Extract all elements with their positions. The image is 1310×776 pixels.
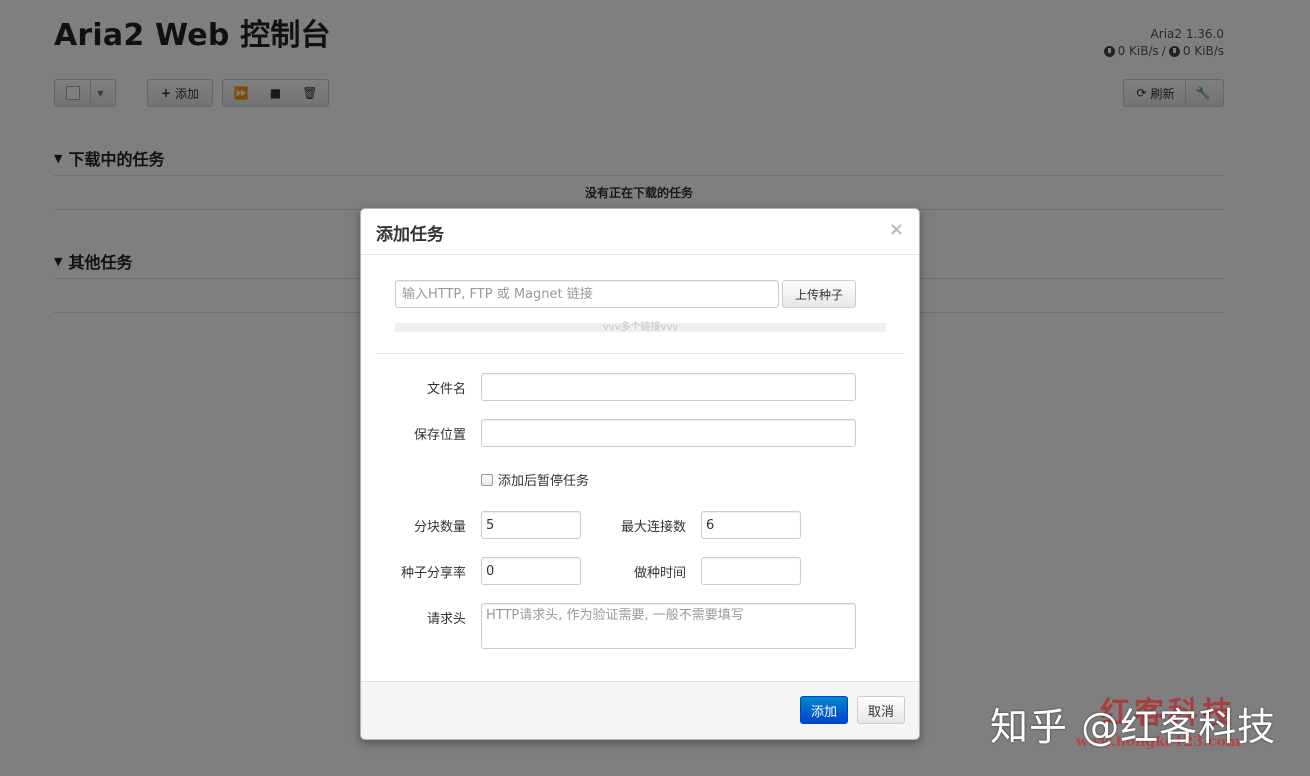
save-path-field[interactable] — [481, 419, 856, 447]
url-input[interactable] — [395, 280, 779, 308]
add-task-dialog: 添加任务 × 上传种子 vvv多个链接vvv 文件名 保存位置 添加后暂停任务 … — [360, 208, 920, 740]
request-header-label: 请求头 — [426, 612, 466, 627]
dialog-header: 添加任务 × — [361, 209, 919, 255]
close-icon[interactable]: × — [889, 219, 904, 240]
dialog-title: 添加任务 — [376, 225, 444, 245]
pause-after-add-option[interactable]: 添加后暂停任务 — [481, 470, 589, 489]
submit-add-button[interactable]: 添加 — [800, 696, 848, 724]
split-label: 分块数量 — [413, 520, 466, 535]
seed-ratio-label: 种子分享率 — [400, 566, 466, 581]
upload-torrent-button[interactable]: 上传种子 — [782, 280, 856, 308]
max-connections-field[interactable] — [701, 511, 801, 539]
multi-link-toggle[interactable]: vvv多个链接vvv — [395, 323, 886, 333]
filename-label: 文件名 — [426, 382, 466, 397]
seed-ratio-field[interactable] — [481, 557, 581, 585]
zhihu-watermark: 知乎 @红客科技 — [990, 705, 1277, 749]
filename-field[interactable] — [481, 373, 856, 401]
dialog-divider — [375, 353, 905, 354]
pause-after-add-checkbox[interactable] — [481, 473, 493, 486]
max-connections-label: 最大连接数 — [620, 520, 686, 535]
seed-time-label: 做种时间 — [633, 566, 686, 581]
seed-time-field[interactable] — [701, 557, 801, 585]
pause-after-add-label: 添加后暂停任务 — [498, 474, 590, 489]
save-path-label: 保存位置 — [413, 428, 466, 443]
dialog-footer: 添加 取消 — [361, 681, 919, 739]
split-field[interactable] — [481, 511, 581, 539]
cancel-button[interactable]: 取消 — [857, 696, 905, 724]
request-header-field[interactable] — [481, 603, 856, 649]
